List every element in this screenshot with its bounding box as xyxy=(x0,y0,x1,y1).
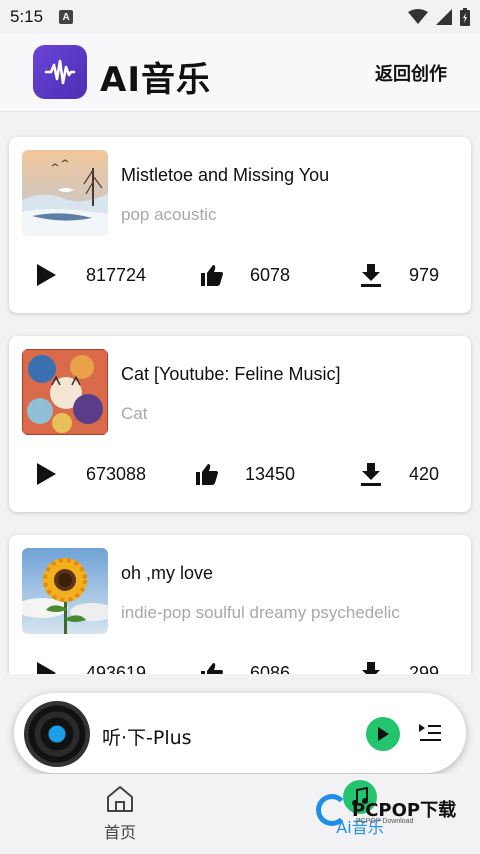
song-tags: Cat xyxy=(121,404,148,423)
wifi-icon xyxy=(408,9,428,24)
signal-icon xyxy=(436,9,452,25)
play-count: 673088 xyxy=(86,464,147,484)
song-card[interactable]: oh ,my love indie-pop soulful dreamy psy… xyxy=(9,535,471,674)
status-time: 5:15 xyxy=(10,7,44,26)
playlist-icon[interactable] xyxy=(418,721,442,745)
play-icon[interactable] xyxy=(35,661,57,674)
download-count: 299 xyxy=(409,663,440,674)
tab-home-label: 首页 xyxy=(103,823,136,842)
play-count: 493619 xyxy=(86,663,147,674)
download-icon[interactable] xyxy=(359,263,383,287)
page-title: AI音乐 xyxy=(100,60,211,100)
download-count: 979 xyxy=(409,265,440,285)
download-icon[interactable] xyxy=(359,661,383,674)
song-stats: 817724 6078 979 xyxy=(9,257,471,293)
song-card[interactable]: Mistletoe and Missing You pop acoustic 8… xyxy=(9,137,471,313)
download-icon[interactable] xyxy=(359,462,383,486)
thumbs-up-icon[interactable] xyxy=(200,661,224,674)
battery-icon xyxy=(460,8,470,26)
song-card[interactable]: Cat [Youtube: Feline Music] Cat 673088 1… xyxy=(9,336,471,512)
song-cover xyxy=(22,150,108,236)
song-title[interactable]: Cat [Youtube: Feline Music] xyxy=(121,364,340,385)
now-playing-title: 听·下-Plus xyxy=(102,727,192,749)
song-list[interactable]: Mistletoe and Missing You pop acoustic 8… xyxy=(0,112,480,674)
like-count: 6078 xyxy=(250,265,291,285)
back-to-create-button[interactable]: 返回创作 xyxy=(375,60,447,86)
thumbs-up-icon[interactable] xyxy=(195,462,219,486)
waveform-icon xyxy=(44,59,76,85)
like-count: 13450 xyxy=(245,464,296,484)
play-icon xyxy=(378,727,389,741)
thumbs-up-icon[interactable] xyxy=(200,263,224,287)
song-tags: indie-pop soulful dreamy psychedelic xyxy=(121,603,400,622)
song-cover xyxy=(22,349,108,435)
tab-home[interactable]: 首页 xyxy=(60,774,180,843)
song-tags: pop acoustic xyxy=(121,205,217,224)
status-bar: 5:15 A xyxy=(0,0,480,34)
home-icon xyxy=(107,786,133,812)
like-count: 6086 xyxy=(250,663,291,674)
play-count: 817724 xyxy=(86,265,147,285)
song-cover xyxy=(22,548,108,634)
song-title[interactable]: Mistletoe and Missing You xyxy=(121,165,329,186)
song-stats: 493619 6086 299 xyxy=(9,655,471,674)
mini-player[interactable]: 听·下-Plus xyxy=(14,693,466,773)
song-stats: 673088 13450 420 xyxy=(9,456,471,492)
play-icon[interactable] xyxy=(35,263,57,287)
status-icons xyxy=(408,8,470,26)
download-count: 420 xyxy=(409,464,440,484)
app-header: AI音乐 返回创作 xyxy=(0,34,480,112)
app-logo xyxy=(33,45,87,99)
notification-icon: A xyxy=(59,10,74,24)
player-play-button[interactable] xyxy=(366,717,400,751)
watermark-subtext: PCPOP Download xyxy=(356,818,414,825)
play-icon[interactable] xyxy=(35,462,57,486)
vinyl-disc-icon xyxy=(24,701,90,767)
song-title[interactable]: oh ,my love xyxy=(121,563,213,584)
watermark-logo: PCPOP下载 PCPOP Download xyxy=(316,792,476,842)
